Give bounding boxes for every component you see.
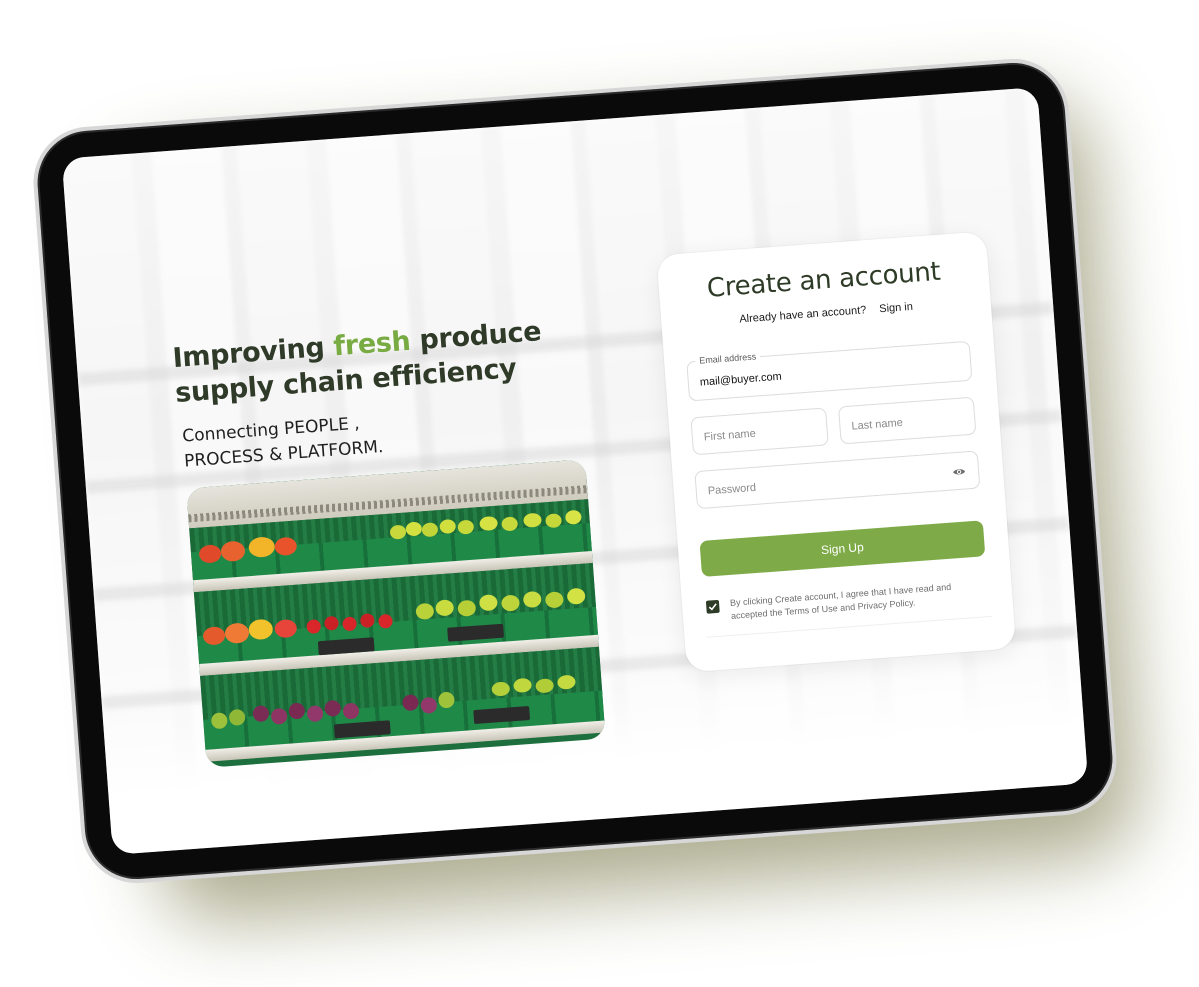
eye-icon[interactable]: [952, 466, 967, 477]
email-label: Email address: [694, 351, 761, 366]
mockup-stage: Improving fresh produce supply chain eff…: [0, 0, 1199, 987]
checkmark-icon: [708, 603, 717, 611]
tablet-screen: Improving fresh produce supply chain eff…: [61, 87, 1089, 855]
consent-text: By clicking Create account, I agree that…: [729, 581, 952, 621]
consent-checkbox[interactable]: [705, 599, 720, 614]
first-name-placeholder: First name: [703, 427, 757, 444]
email-field[interactable]: Email address mail@buyer.com: [686, 340, 973, 402]
sign-up-button[interactable]: Sign Up: [699, 520, 986, 577]
have-account-text: Already have an account?: [738, 304, 867, 326]
email-value: mail@buyer.com: [699, 370, 783, 389]
password-placeholder: Password: [707, 481, 757, 498]
signup-card: Create an account Already have an accoun…: [656, 231, 1017, 673]
sign-in-link[interactable]: Sign in: [879, 301, 913, 315]
hero-title-accent: fresh: [332, 325, 412, 363]
last-name-field[interactable]: Last name: [837, 396, 977, 445]
first-name-field[interactable]: First name: [690, 407, 829, 456]
password-field[interactable]: Password: [694, 450, 981, 510]
tablet-frame: Improving fresh produce supply chain eff…: [29, 55, 1121, 887]
consent-row: By clicking Create account, I agree that…: [705, 578, 989, 621]
last-name-placeholder: Last name: [851, 416, 904, 433]
produce-shelf-photo: [186, 459, 606, 768]
